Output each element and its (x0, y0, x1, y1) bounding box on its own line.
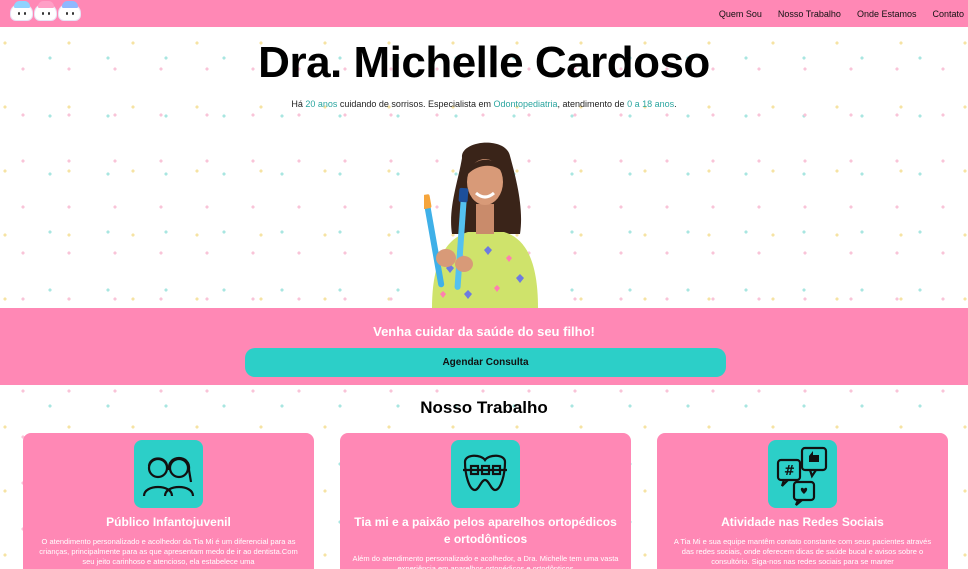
card-redes-sociais: # Atividade nas Redes Sociais A Tia Mi e… (657, 433, 948, 569)
subtitle-text: . (674, 99, 677, 109)
nav-link-contato[interactable]: Contato (932, 9, 964, 19)
subtitle-highlight-ages: 0 a 18 anos (627, 99, 675, 109)
svg-text:#: # (784, 464, 795, 479)
subtitle-highlight-specialty: Odontopediatria (493, 99, 558, 109)
hero-subtitle: Há 20 anos cuidando de sorrisos. Especia… (0, 99, 968, 109)
card-title: Público Infantojuvenil (106, 515, 231, 529)
appointment-cta-section: Venha cuidar da saúde do seu filho! Agen… (0, 308, 968, 385)
subtitle-text: Há (291, 99, 306, 109)
nav-link-nosso-trabalho[interactable]: Nosso Trabalho (778, 9, 841, 19)
top-nav-bar: Quem Sou Nosso Trabalho Onde Estamos Con… (0, 0, 968, 27)
card-title: Tia mi e a paixão pelos aparelhos ortopé… (354, 515, 617, 546)
tooth-characters-logo[interactable] (10, 1, 81, 21)
cta-title: Venha cuidar da saúde do seu filho! (373, 324, 595, 339)
braces-teeth-icon (451, 440, 520, 508)
dentist-portrait (420, 138, 546, 308)
nav-link-quem-sou[interactable]: Quem Sou (719, 9, 762, 19)
subtitle-text: cuidando de sorrisos. Especialista em (337, 99, 494, 109)
children-icon (134, 440, 203, 508)
card-aparelhos: Tia mi e a paixão pelos aparelhos ortopé… (340, 433, 631, 569)
subtitle-highlight-years: 20 anos (305, 99, 338, 109)
section-title-nosso-trabalho: Nosso Trabalho (420, 398, 548, 417)
card-text: Além do atendimento personalizado e acol… (352, 554, 619, 569)
tooth-icon (34, 1, 57, 21)
tooth-icon (10, 1, 33, 21)
schedule-appointment-button[interactable]: Agendar Consulta (245, 348, 726, 377)
tooth-icon (58, 1, 81, 21)
nav-links: Quem Sou Nosso Trabalho Onde Estamos Con… (703, 0, 964, 27)
hero-title: Dra. Michelle Cardoso (258, 38, 710, 87)
card-text: A Tia Mi e sua equipe mantêm contato con… (673, 537, 932, 566)
card-text: O atendimento personalizado e acolhedor … (39, 537, 298, 566)
card-title: Atividade nas Redes Sociais (721, 515, 884, 529)
card-publico-infantojuvenil: Público Infantojuvenil O atendimento per… (23, 433, 314, 569)
nav-link-onde-estamos[interactable]: Onde Estamos (857, 9, 917, 19)
social-media-icon: # (768, 440, 837, 508)
subtitle-text: , atendimento de (557, 99, 628, 109)
